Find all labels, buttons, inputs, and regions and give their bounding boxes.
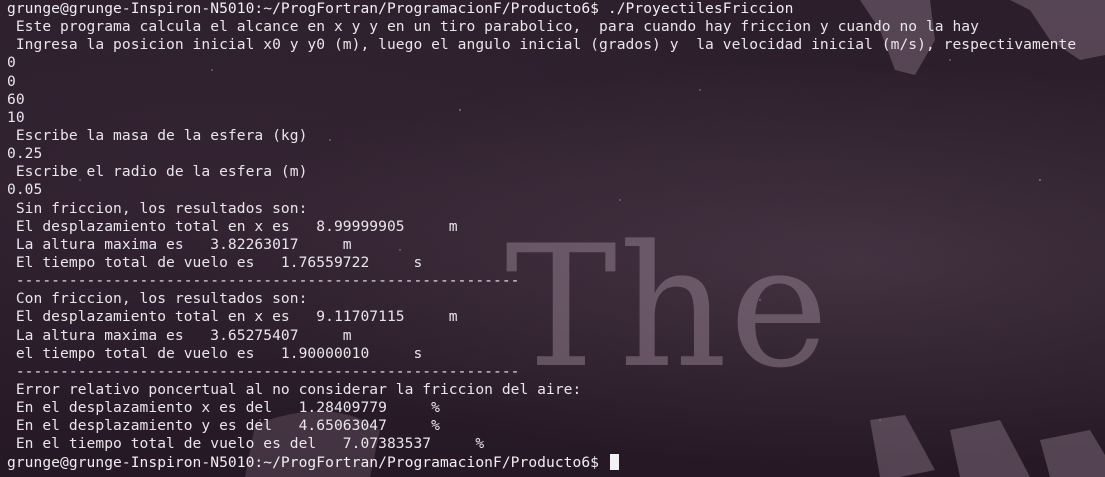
- terminal-output-line: La altura maxima es 3.65275407 m: [7, 326, 352, 344]
- terminal-output-line: Con friccion, los resultados son:: [7, 290, 308, 308]
- terminal-output-line: 0.05: [7, 181, 43, 199]
- shell-prompt: grunge@grunge-Inspiron-N5010:~/ProgFortr…: [7, 453, 608, 471]
- terminal-output-line: 0: [7, 72, 16, 90]
- command-line: grunge@grunge-Inspiron-N5010:~/ProgFortr…: [7, 0, 794, 17]
- terminal-output-line: el tiempo total de vuelo es 1.90000010 s: [7, 344, 423, 362]
- terminal-output-line: Escribe el radio de la esfera (m): [7, 163, 308, 181]
- terminal-output-line: El desplazamiento total en x es 9.117071…: [7, 308, 458, 326]
- terminal-output-line: En el desplazamiento x es del 1.28409779…: [7, 399, 440, 417]
- shell-prompt-line[interactable]: grunge@grunge-Inspiron-N5010:~/ProgFortr…: [7, 453, 1076, 472]
- terminal-output: grunge@grunge-Inspiron-N5010:~/ProgFortr…: [7, 0, 1076, 472]
- terminal-output-line: ----------------------------------------…: [7, 362, 520, 380]
- terminal-output-line: Ingresa la posicion inicial x0 y y0 (m),…: [7, 36, 1077, 54]
- text-cursor[interactable]: [609, 453, 619, 470]
- terminal-window[interactable]: The grunge@grunge-Inspiron-N5010:~/ProgF…: [0, 0, 1105, 477]
- terminal-output-line: 0: [7, 54, 16, 72]
- terminal-output-line: 10: [7, 108, 25, 126]
- terminal-output-line: En el desplazamiento y es del 4.65063047…: [7, 417, 440, 435]
- terminal-output-line: Sin friccion, los resultados son:: [7, 199, 308, 217]
- terminal-output-line: ----------------------------------------…: [7, 272, 520, 290]
- terminal-output-line: El desplazamiento total en x es 8.999999…: [7, 217, 458, 235]
- terminal-output-line: En el tiempo total de vuelo es del 7.073…: [7, 435, 485, 453]
- terminal-output-line: Este programa calcula el alcance en x y …: [7, 18, 979, 36]
- terminal-output-line: El tiempo total de vuelo es 1.76559722 s: [7, 253, 423, 271]
- terminal-output-line: Error relativo poncertual al no consider…: [7, 380, 582, 398]
- terminal-output-line: Escribe la masa de la esfera (kg): [7, 126, 308, 144]
- terminal-output-line: La altura maxima es 3.82263017 m: [7, 235, 352, 253]
- terminal-output-line: 0.25: [7, 145, 43, 163]
- terminal-output-line: 60: [7, 90, 25, 108]
